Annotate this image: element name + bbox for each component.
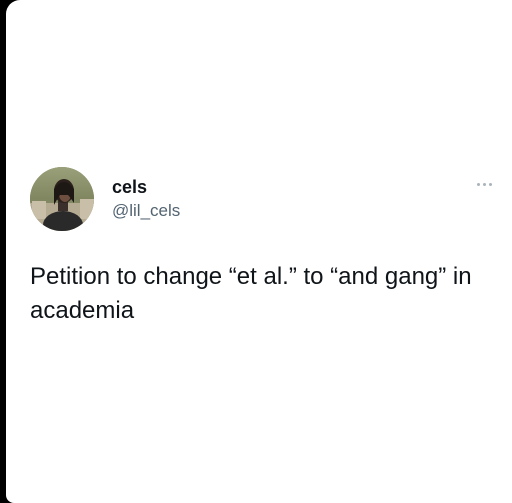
user-handle[interactable]: @lil_cels [112,200,180,222]
tweet-card: cels @lil_cels Petition to change “et al… [6,0,512,503]
dot [488,182,492,186]
avatar[interactable] [30,167,94,231]
more-options-icon[interactable] [472,176,496,192]
dot [482,182,486,186]
display-name[interactable]: cels [112,176,147,198]
profile-photo-icon [30,167,94,231]
dot [476,182,480,186]
tweet-text: Petition to change “et al.” to “and gang… [30,263,472,324]
